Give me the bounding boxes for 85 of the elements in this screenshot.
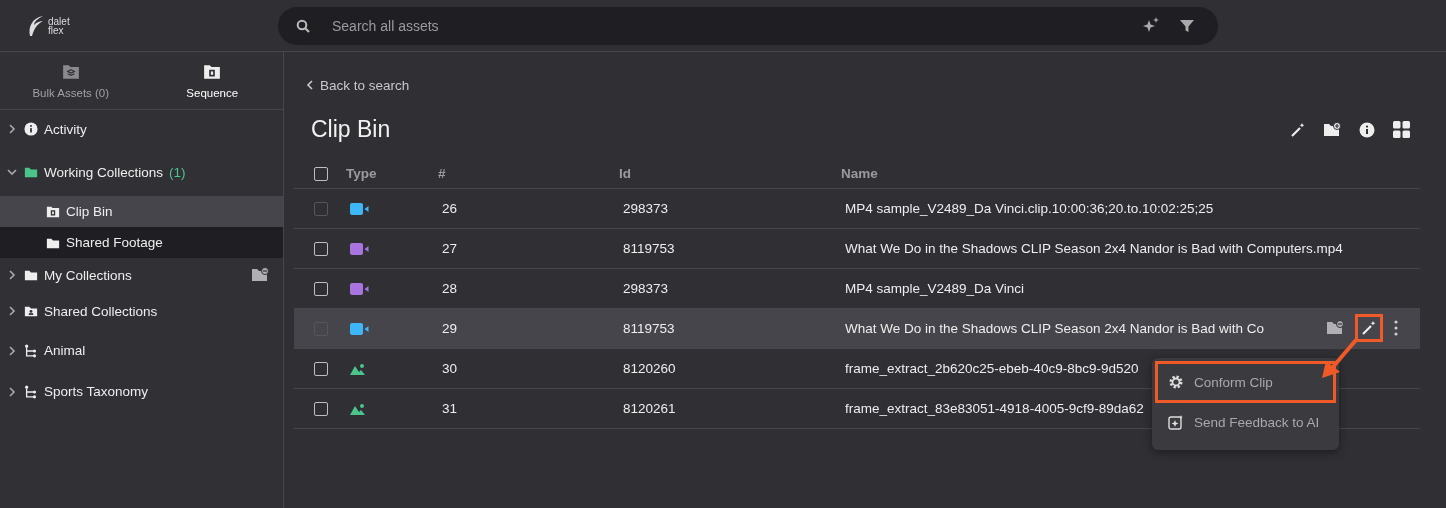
tree-label: Clip Bin: [66, 204, 113, 219]
row-checkbox[interactable]: [314, 241, 328, 256]
table-cell: 8120261: [623, 401, 676, 416]
magic-wand-icon[interactable]: [1291, 122, 1305, 137]
tree-item[interactable]: Clip Bin: [0, 196, 283, 227]
tree-item[interactable]: Shared Footage: [0, 227, 283, 258]
table-cell: 8120260: [623, 361, 676, 376]
info-icon: [24, 122, 38, 136]
video-icon: [350, 242, 369, 255]
table-cell: 298373: [623, 201, 669, 216]
search-field[interactable]: Search all assets: [278, 6, 1218, 45]
table-cell: 28: [442, 281, 458, 296]
table-cell: 29: [442, 321, 458, 336]
column-header[interactable]: #: [438, 166, 619, 181]
table-cell: 31: [442, 401, 458, 416]
hierarchy-icon: [24, 343, 38, 358]
table-cell: frame_extract_2b620c25-ebeb-40c9-8bc9-9d520: [845, 361, 1139, 376]
gear-icon: [1168, 374, 1184, 390]
logo-icon: [28, 14, 44, 37]
video-icon: [350, 202, 369, 215]
image-icon: [350, 362, 367, 375]
table-cell: 8119753: [623, 321, 675, 336]
table-cell: MP4 sample_V2489_Da Vinci.clip.10:00:36;20.to.10:02:25;25: [845, 201, 1214, 216]
chevron-icon: [306, 80, 314, 90]
table-cell: What We Do in the Shadows CLIP Season 2x4 Nandor is Bad with Co: [845, 321, 1264, 336]
tree-label: Animal: [44, 343, 86, 358]
table-cell: What We Do in the Shadows CLIP Season 2x4 Nandor is Bad with Computers.mp4: [845, 241, 1343, 256]
page-title: Clip Bin: [311, 116, 391, 143]
tree-label: Activity: [44, 121, 87, 137]
table-cell: 298373: [623, 281, 669, 296]
tree-label: Working Collections: [44, 164, 164, 180]
table-cell: 8119753: [623, 241, 675, 256]
tree-item[interactable]: Activity: [0, 110, 283, 148]
video-icon: [350, 282, 369, 295]
tree-label: Sports Taxonomy: [44, 384, 149, 399]
chevron-icon[interactable]: [6, 123, 18, 135]
filter-icon[interactable]: [1180, 18, 1194, 33]
info-icon[interactable]: [1359, 121, 1375, 138]
tree-label: My Collections: [44, 267, 132, 283]
table-cell: 26: [442, 201, 458, 216]
column-header[interactable]: Name: [841, 166, 1420, 181]
row-checkbox[interactable]: [314, 401, 328, 416]
column-header[interactable]: Id: [619, 166, 841, 181]
search-input[interactable]: Search all assets: [330, 16, 1122, 35]
row-checkbox[interactable]: [314, 361, 328, 376]
film-folder-icon: [203, 62, 222, 81]
hierarchy-icon: [24, 384, 38, 399]
tree-item[interactable]: Animal: [0, 330, 283, 371]
table-cell: MP4 sample_V2489_Da Vinci: [845, 281, 1025, 296]
sparkle-square-icon: [1168, 414, 1184, 430]
tree-item[interactable]: Shared Collections: [0, 292, 283, 330]
folder-add-icon[interactable]: [1323, 121, 1341, 138]
table-cell: 27: [442, 241, 458, 256]
tree-label: Shared Collections: [44, 303, 158, 319]
folder-icon: [24, 268, 38, 282]
select-all-checkbox[interactable]: [314, 166, 328, 181]
annotation-arrow: [1320, 338, 1360, 380]
folder-icon: [24, 165, 38, 179]
tree-item[interactable]: My Collections: [0, 258, 283, 292]
column-header[interactable]: Type: [346, 166, 438, 181]
tree-item[interactable]: Sports Taxonomy: [0, 371, 283, 412]
tree-item[interactable]: Working Collections (1): [0, 148, 283, 196]
count-label: (1): [169, 164, 186, 180]
chevron-icon[interactable]: [6, 305, 18, 317]
tree-label: Shared Footage: [66, 235, 163, 250]
table-cell: frame_extract_83e83051-4918-4005-9cf9-89da62: [845, 401, 1144, 416]
chevron-icon[interactable]: [6, 166, 18, 178]
film-folder-icon: [46, 204, 60, 219]
folder-remove-icon[interactable]: [251, 267, 269, 283]
logo-text: dalet flex: [48, 16, 70, 35]
grid-view-icon[interactable]: [1393, 121, 1410, 138]
table-cell: 30: [442, 361, 458, 376]
sidebar-tab[interactable]: Sequence: [141, 52, 283, 109]
chevron-icon[interactable]: [6, 344, 18, 357]
search-icon: [296, 18, 310, 33]
sidebar-tab[interactable]: Bulk Assets (0): [0, 52, 142, 109]
image-icon: [350, 402, 367, 415]
chevron-icon[interactable]: [6, 269, 18, 281]
back-link[interactable]: Back to search: [306, 77, 410, 93]
row-checkbox[interactable]: [314, 281, 328, 296]
table-row[interactable]: 27 8119753 What We Do in the Shadows CLIP Season 2x4 Nandor is Bad with Computers.mp4: [294, 229, 1420, 269]
chevron-icon[interactable]: [6, 385, 18, 398]
shared-folder-icon: [24, 304, 38, 318]
video-icon: [350, 322, 369, 335]
layers-folder-icon: [61, 62, 80, 81]
